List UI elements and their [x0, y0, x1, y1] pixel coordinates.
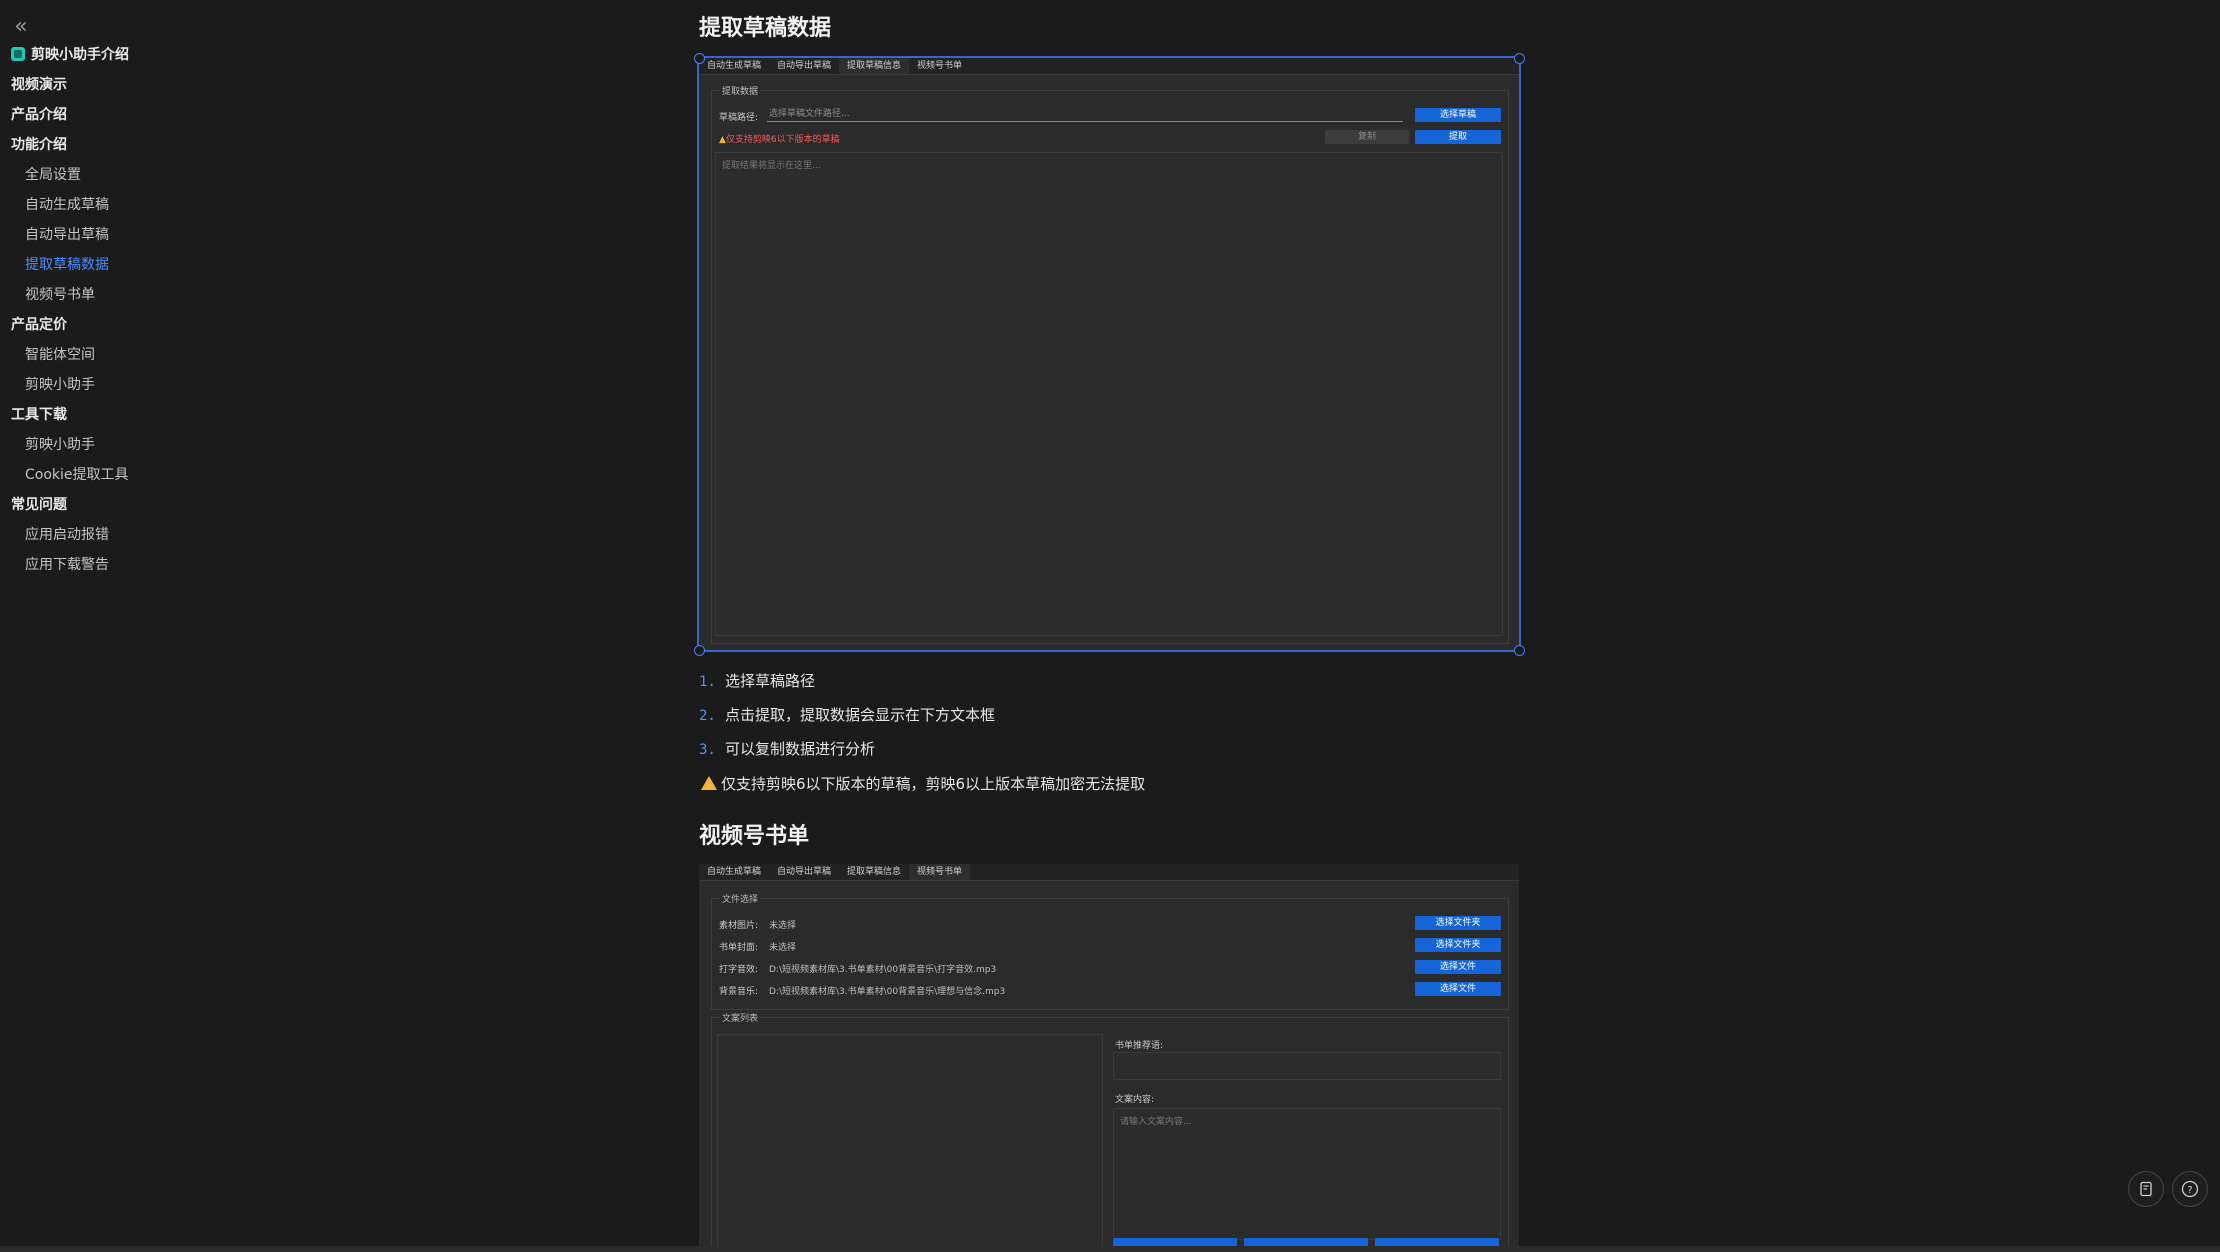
sidebar-item-booklist[interactable]: 视频号书单: [0, 280, 640, 310]
app-window: 自动生成草稿 自动导出草稿 提取草稿信息 视频号书单 提取数据 草稿路径: 选择…: [699, 58, 1519, 650]
sidebar-item-auto-generate[interactable]: 自动生成草稿: [0, 190, 640, 220]
row-value: 未选择: [769, 943, 797, 953]
result-textarea: 提取结果将显示在这里...: [715, 152, 1503, 636]
recommend-input: [1113, 1052, 1501, 1080]
row-value: D:\短视频素材库\3.书单素材\00背景音乐\理想与信念.mp3: [769, 987, 1006, 997]
list-item: 3. 可以复制数据进行分析: [699, 732, 995, 766]
sidebar-nav: 剪映小助手介绍 视频演示 产品介绍 功能介绍 全局设置 自动生成草稿 自动导出草…: [0, 40, 640, 580]
screenshot-extract-data[interactable]: 自动生成草稿 自动导出草稿 提取草稿信息 视频号书单 提取数据 草稿路径: 选择…: [697, 56, 1521, 652]
version-note: 仅支持剪映6以下版本的草稿，剪映6以上版本草稿加密无法提取: [701, 773, 1145, 794]
app-logo-icon: [11, 47, 25, 61]
document-icon-glyph: [2140, 1181, 2152, 1197]
sidebar-item-extract-data[interactable]: 提取草稿数据: [0, 250, 640, 280]
sidebar-item-pricing[interactable]: 产品定价: [0, 310, 640, 340]
copy-button: 复制: [1325, 130, 1409, 144]
sidebar-item-assistant-price[interactable]: 剪映小助手: [0, 370, 640, 400]
app-window: 自动生成草稿 自动导出草稿 提取草稿信息 视频号书单 文件选择 素材图片: 未选…: [699, 864, 1519, 1246]
sidebar-item-agent-space[interactable]: 智能体空间: [0, 340, 640, 370]
sidebar-item-features[interactable]: 功能介绍: [0, 130, 640, 160]
sidebar-item-download-warning[interactable]: 应用下载警告: [0, 550, 640, 580]
list-item: 1. 选择草稿路径: [699, 664, 995, 698]
choose-file-button: 选择文件: [1415, 982, 1501, 996]
app-tab: 视频号书单: [909, 864, 971, 880]
help-icon-glyph: ?: [2181, 1180, 2199, 1198]
select-draft-button: 选择草稿: [1415, 108, 1501, 122]
row-label: 打字音效:: [719, 965, 759, 975]
screenshot-booklist[interactable]: 自动生成草稿 自动导出草稿 提取草稿信息 视频号书单 文件选择 素材图片: 未选…: [699, 864, 1519, 1246]
row-label: 书单封面:: [719, 943, 759, 953]
help-icon[interactable]: ?: [2172, 1171, 2208, 1207]
resize-handle[interactable]: [1514, 53, 1525, 64]
extract-button: 提取: [1415, 130, 1501, 144]
app-tab: 自动导出草稿: [777, 61, 832, 71]
content-textarea: 请输入文案内容...: [1113, 1108, 1501, 1240]
app-tab: 视频号书单: [917, 61, 963, 71]
sidebar-item-global-settings[interactable]: 全局设置: [0, 160, 640, 190]
sidebar-item-product-intro[interactable]: 产品介绍: [0, 100, 640, 130]
list-text: 选择草稿路径: [725, 672, 816, 690]
section-title-booklist: 视频号书单: [699, 824, 810, 849]
sidebar-item-download-assistant[interactable]: 剪映小助手: [0, 430, 640, 460]
sidebar-item-faq[interactable]: 常见问题: [0, 490, 640, 520]
bottom-scrollbar[interactable]: [0, 1246, 2220, 1252]
sidebar: « 剪映小助手介绍 视频演示 产品介绍 功能介绍 全局设置 自动生成草稿 自动导…: [0, 0, 640, 1252]
svg-text:?: ?: [2187, 1185, 2192, 1196]
result-placeholder: 提取结果将显示在这里...: [722, 161, 821, 171]
app-tab-bar: 自动生成草稿 自动导出草稿 提取草稿信息 视频号书单: [699, 58, 1519, 75]
warning-text: 仅支持剪映6以下版本的草稿: [725, 135, 840, 145]
recommend-label: 书单推荐语:: [1115, 1041, 1164, 1051]
note-text: 仅支持剪映6以下版本的草稿，剪映6以上版本草稿加密无法提取: [721, 775, 1146, 793]
app-tab: 自动生成草稿: [707, 867, 762, 877]
list-text: 点击提取，提取数据会显示在下方文本框: [725, 706, 996, 724]
sidebar-item-video-demo[interactable]: 视频演示: [0, 70, 640, 100]
resize-handle[interactable]: [1514, 645, 1525, 656]
app-tab: 提取草稿信息: [847, 867, 902, 877]
choose-file-button: 选择文件: [1415, 960, 1501, 974]
row-label: 背景音乐:: [719, 987, 759, 997]
path-input: 选择草稿文件路径...: [767, 108, 1403, 122]
sidebar-item-downloads[interactable]: 工具下载: [0, 400, 640, 430]
app-tab-bar: 自动生成草稿 自动导出草稿 提取草稿信息 视频号书单: [699, 864, 1519, 881]
sidebar-item-cookie-tool[interactable]: Cookie提取工具: [0, 460, 640, 490]
steps-list: 1. 选择草稿路径 2. 点击提取，提取数据会显示在下方文本框 3. 可以复制数据进行…: [699, 664, 995, 766]
sidebar-item-startup-error[interactable]: 应用启动报错: [0, 520, 640, 550]
app-tab: 自动生成草稿: [707, 61, 762, 71]
app-action-button: [1113, 1238, 1237, 1246]
app-tab: 提取草稿信息: [839, 58, 910, 74]
list-number: 1.: [699, 674, 716, 690]
sidebar-item-auto-export[interactable]: 自动导出草稿: [0, 220, 640, 250]
list-number: 2.: [699, 708, 716, 724]
row-value: 未选择: [769, 921, 797, 931]
section-title-extract: 提取草稿数据: [699, 16, 832, 41]
list-text: 可以复制数据进行分析: [725, 740, 876, 758]
resize-handle[interactable]: [694, 53, 705, 64]
group-title: 文件选择: [719, 892, 762, 905]
group-title: 文案列表: [719, 1011, 762, 1024]
sidebar-item-intro[interactable]: 剪映小助手介绍: [0, 40, 640, 70]
sidebar-item-label: 剪映小助手介绍: [31, 47, 129, 63]
document-icon[interactable]: [2128, 1171, 2164, 1207]
group-title: 提取数据: [719, 84, 762, 97]
version-warning: ▲仅支持剪映6以下版本的草稿: [719, 135, 840, 145]
collapse-sidebar-icon[interactable]: «: [8, 14, 34, 40]
row-value: D:\短视频素材库\3.书单素材\00背景音乐\打字音效.mp3: [769, 965, 997, 975]
choose-folder-button: 选择文件夹: [1415, 916, 1501, 930]
app-tab: 自动导出草稿: [777, 867, 832, 877]
path-label: 草稿路径:: [719, 113, 759, 123]
app-action-button: [1244, 1238, 1368, 1246]
list-number: 3.: [699, 742, 716, 758]
content-placeholder: 请输入文案内容...: [1120, 1117, 1192, 1127]
warning-icon: [701, 776, 717, 790]
app-action-button: [1375, 1238, 1499, 1246]
list-item: 2. 点击提取，提取数据会显示在下方文本框: [699, 698, 995, 732]
row-label: 素材图片:: [719, 921, 759, 931]
resize-handle[interactable]: [694, 645, 705, 656]
copy-list-box: [717, 1034, 1103, 1246]
content-label: 文案内容:: [1115, 1095, 1155, 1105]
choose-folder-button: 选择文件夹: [1415, 938, 1501, 952]
